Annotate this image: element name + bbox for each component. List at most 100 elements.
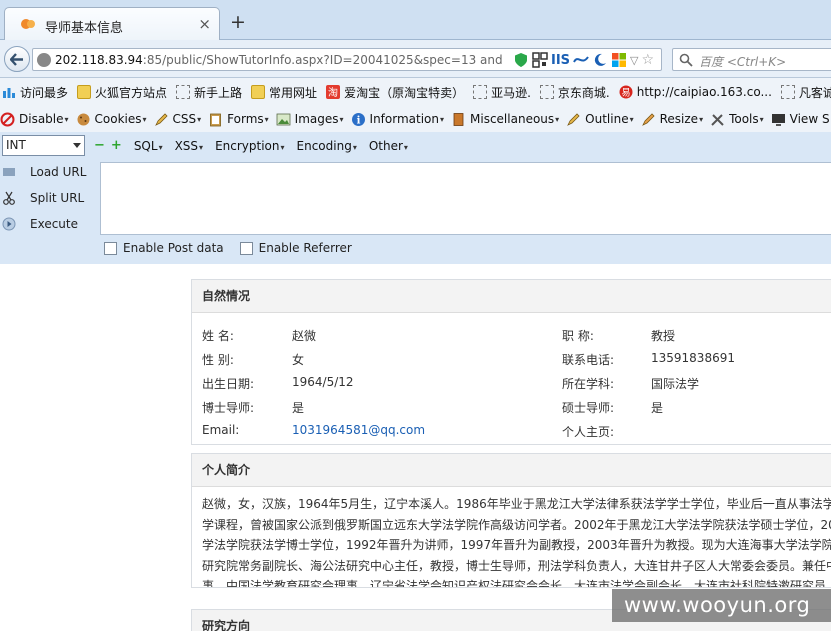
menu-xss[interactable]: XSS▾ xyxy=(175,139,203,153)
gender-label: 性 别: xyxy=(202,353,234,367)
menu-encryption[interactable]: Encryption▾ xyxy=(215,139,284,153)
menu-view-source[interactable]: View S xyxy=(771,112,830,127)
url-host: 202.118.83.94 xyxy=(55,53,143,67)
dropdown-caret-icon: ▾ xyxy=(440,114,445,124)
address-bar[interactable]: 202.118.83.94:85/public/ShowTutorInfo.as… xyxy=(32,48,662,71)
pencil-icon xyxy=(567,112,580,126)
netease-icon: 易 xyxy=(619,85,633,99)
menu-sql[interactable]: SQL▾ xyxy=(134,139,163,153)
menu-label: Forms xyxy=(227,112,264,126)
watermark: www.wooyun.org xyxy=(612,589,831,622)
dropdown-caret-icon: ▾ xyxy=(629,114,634,124)
phone-label: 联系电话: xyxy=(562,353,615,367)
bookmark-label: 亚马逊. xyxy=(491,85,531,100)
discipline-value: 国际法学 xyxy=(651,377,700,391)
menu-label: Outline xyxy=(585,112,629,126)
bookmark-caipiao[interactable]: 易 http://caipiao.163.co... xyxy=(619,85,772,99)
bookmark-label: 火狐官方站点 xyxy=(95,85,168,100)
shield-icon[interactable] xyxy=(513,52,529,68)
bio-text: 赵微，女，汉族，1964年5月生，辽宁本溪人。1986年毕业于黑龙江大学法律系获… xyxy=(192,487,831,587)
monitor-icon xyxy=(771,113,785,126)
search-placeholder: 百度 <Ctrl+K> xyxy=(699,55,787,69)
button-label: Execute xyxy=(30,217,78,231)
bio-line: 学课程，曾被国家公派到俄罗斯国立远东大学法学院作高级访问学者。2002年于黑龙江… xyxy=(202,517,831,532)
split-url-button[interactable]: Split URL xyxy=(0,185,100,211)
menu-label: CSS xyxy=(172,112,197,126)
page-icon xyxy=(473,85,488,99)
search-box[interactable]: 百度 <Ctrl+K> xyxy=(672,48,831,71)
menu-miscellaneous[interactable]: Miscellaneous ▾ xyxy=(451,112,559,127)
email-link[interactable]: 1031964581@qq.com xyxy=(292,423,425,437)
search-icon xyxy=(679,53,693,67)
new-tab-button[interactable]: + xyxy=(230,12,246,32)
windows-icon[interactable] xyxy=(611,52,627,68)
type-select[interactable]: INT xyxy=(2,135,85,156)
minus-button[interactable]: − xyxy=(94,138,105,153)
bookmark-getting-started[interactable]: 新手上路 xyxy=(176,84,242,101)
dropdown-caret-icon: ▾ xyxy=(403,142,408,152)
menu-other[interactable]: Other▾ xyxy=(369,139,408,153)
title-label: 职 称: xyxy=(562,329,594,343)
menu-label: Encoding xyxy=(296,138,352,153)
tab-strip: 导师基本信息 × + xyxy=(0,0,831,41)
url-text[interactable]: 202.118.83.94:85/public/ShowTutorInfo.as… xyxy=(55,53,505,67)
back-button[interactable] xyxy=(4,46,30,72)
bookmark-label: 访问最多 xyxy=(20,85,69,100)
bio-line: 赵微，女，汉族，1964年5月生，辽宁本溪人。1986年毕业于黑龙江大学法律系获… xyxy=(202,497,831,511)
profile-panel: 自然情况 姓 名: 赵微 性 别: 女 出生日期: 1964/5/12 博士导师… xyxy=(191,279,831,445)
menu-label: Miscellaneous xyxy=(470,112,555,126)
menu-label: XSS xyxy=(174,138,199,153)
bookmark-most-visited[interactable]: 访问最多 xyxy=(2,84,68,101)
menu-cookies[interactable]: Cookies ▾ xyxy=(76,112,147,127)
menu-information[interactable]: i Information ▾ xyxy=(351,112,444,127)
menu-label: Images xyxy=(294,112,339,126)
menu-tools[interactable]: Tools ▾ xyxy=(710,112,764,127)
dropdown-caret-icon: ▾ xyxy=(158,142,163,152)
bookmark-common-sites[interactable]: 常用网址 xyxy=(251,84,317,101)
bookmark-ai-taobao[interactable]: 淘爱淘宝（原淘宝特卖） xyxy=(326,84,464,101)
menu-images[interactable]: Images ▾ xyxy=(276,112,344,127)
referrer-checkbox[interactable] xyxy=(239,241,253,255)
menu-outline[interactable]: Outline ▾ xyxy=(566,112,634,127)
moon-icon[interactable] xyxy=(592,52,608,68)
dropdown-caret-icon: ▾ xyxy=(64,114,69,124)
web-developer-toolbar: Disable ▾ Cookies ▾ CSS ▾ Forms ▾ Images ▾ iI… xyxy=(0,106,831,132)
menu-disable[interactable]: Disable ▾ xyxy=(0,112,69,127)
referrer-label: Enable Referrer xyxy=(258,241,352,255)
hackbar-url-textarea[interactable] xyxy=(100,162,831,235)
bookmark-firefox-site[interactable]: 火狐官方站点 xyxy=(77,84,167,101)
tools-icon xyxy=(711,113,724,126)
browser-tab[interactable]: 导师基本信息 × xyxy=(4,7,220,41)
url-dropdown-icon[interactable]: ▽ xyxy=(630,54,638,67)
iis-indicator[interactable]: IIS xyxy=(551,53,570,68)
bookmark-vancl[interactable]: 凡客诚品 xyxy=(780,84,831,101)
bookmark-star-icon[interactable]: ☆ xyxy=(642,52,655,68)
plus-button[interactable]: + xyxy=(111,138,122,153)
select-arrow-icon xyxy=(73,143,81,148)
bookmark-amazon[interactable]: 亚马逊. xyxy=(473,84,531,101)
tab-close-icon[interactable]: × xyxy=(198,15,211,33)
qrcode-icon[interactable] xyxy=(532,52,548,68)
post-data-checkbox[interactable] xyxy=(104,241,117,255)
bookmark-jd[interactable]: 京东商城. xyxy=(539,84,610,101)
menu-encoding[interactable]: Encoding▾ xyxy=(297,139,357,153)
bookmark-label: 爱淘宝（原淘宝特卖） xyxy=(344,85,465,100)
execute-button[interactable]: Execute xyxy=(0,211,100,237)
menu-forms[interactable]: Forms ▾ xyxy=(208,112,269,127)
aspnet-icon[interactable] xyxy=(573,52,589,68)
bookmark-label: http://caipiao.163.co... xyxy=(636,85,772,99)
dropdown-caret-icon: ▾ xyxy=(352,142,357,152)
profile-section-title: 自然情况 xyxy=(192,280,831,313)
dropdown-caret-icon: ▾ xyxy=(759,114,764,124)
info-icon: i xyxy=(351,112,365,126)
menu-label: Cookies xyxy=(94,112,142,126)
menu-css[interactable]: CSS ▾ xyxy=(154,112,201,127)
page-icon xyxy=(780,85,795,99)
gender-value: 女 xyxy=(292,353,305,367)
svg-text:淘: 淘 xyxy=(328,86,338,99)
page-icon xyxy=(539,85,554,99)
hackbar-actions: Load URL Split URL Execute xyxy=(0,159,100,237)
load-url-button[interactable]: Load URL xyxy=(0,159,100,185)
menu-resize[interactable]: Resize ▾ xyxy=(641,112,703,127)
name-value: 赵微 xyxy=(292,329,317,343)
